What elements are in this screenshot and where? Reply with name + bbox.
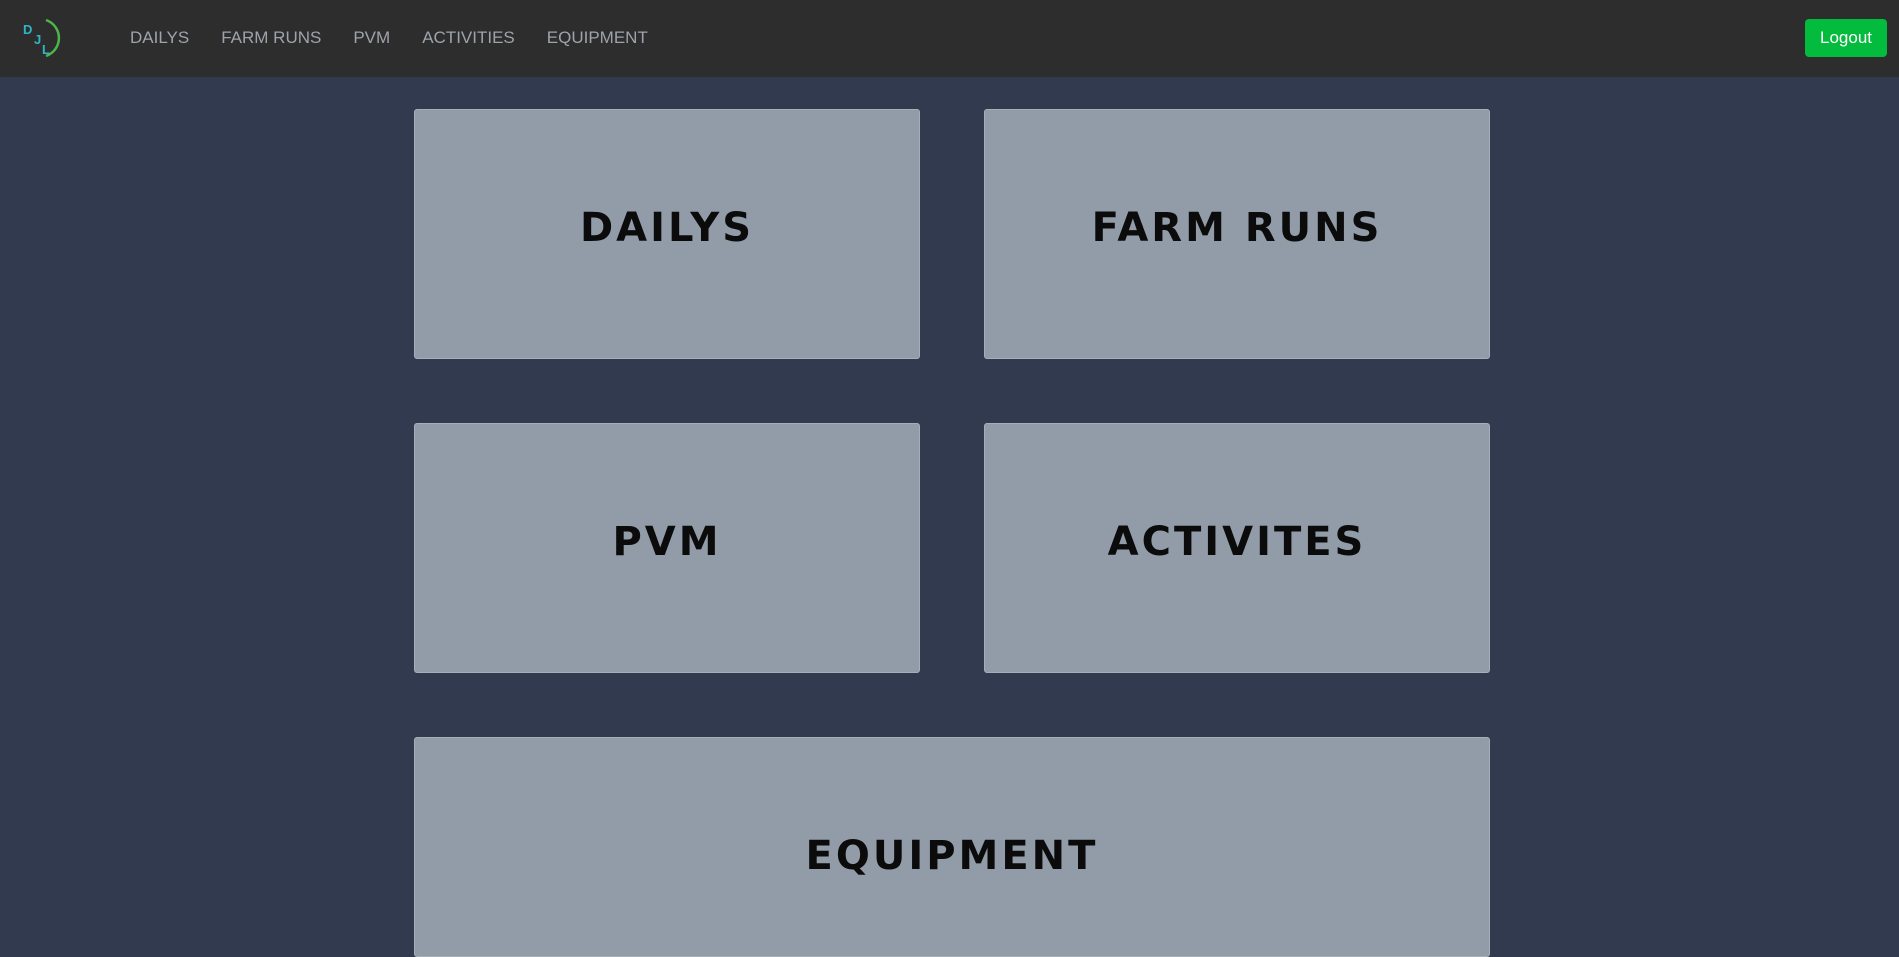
logo-letter-j: J <box>34 32 41 47</box>
nav-link-pvm[interactable]: PVM <box>353 28 390 48</box>
logout-button[interactable]: Logout <box>1805 19 1887 57</box>
djl-logo-icon[interactable]: D J L <box>20 17 62 59</box>
nav-links: DAILYS FARM RUNS PVM ACTIVITIES EQUIPMEN… <box>130 0 680 75</box>
tile-equipment-label: EQUIPMENT <box>805 833 1099 879</box>
tile-activites[interactable]: ACTIVITES <box>984 423 1490 673</box>
nav-link-dailys[interactable]: DAILYS <box>130 28 189 48</box>
tile-pvm-label: PVM <box>612 519 722 565</box>
tile-dailys[interactable]: DAILYS <box>414 109 920 359</box>
nav-link-farm-runs[interactable]: FARM RUNS <box>221 28 321 48</box>
nav-link-equipment[interactable]: EQUIPMENT <box>547 28 648 48</box>
tile-dailys-label: DAILYS <box>579 205 755 251</box>
tile-farm-runs-label: FARM RUNS <box>1091 205 1383 251</box>
logo-letter-d: D <box>23 22 32 37</box>
tile-pvm[interactable]: PVM <box>414 423 920 673</box>
tile-farm-runs[interactable]: FARM RUNS <box>984 109 1490 359</box>
tile-activites-label: ACTIVITES <box>1107 519 1367 565</box>
top-navbar: D J L DAILYS FARM RUNS PVM ACTIVITIES EQ… <box>0 0 1899 77</box>
logo-letter-l: L <box>42 42 50 57</box>
nav-link-activities[interactable]: ACTIVITIES <box>422 28 515 48</box>
tile-equipment[interactable]: EQUIPMENT <box>414 737 1490 957</box>
